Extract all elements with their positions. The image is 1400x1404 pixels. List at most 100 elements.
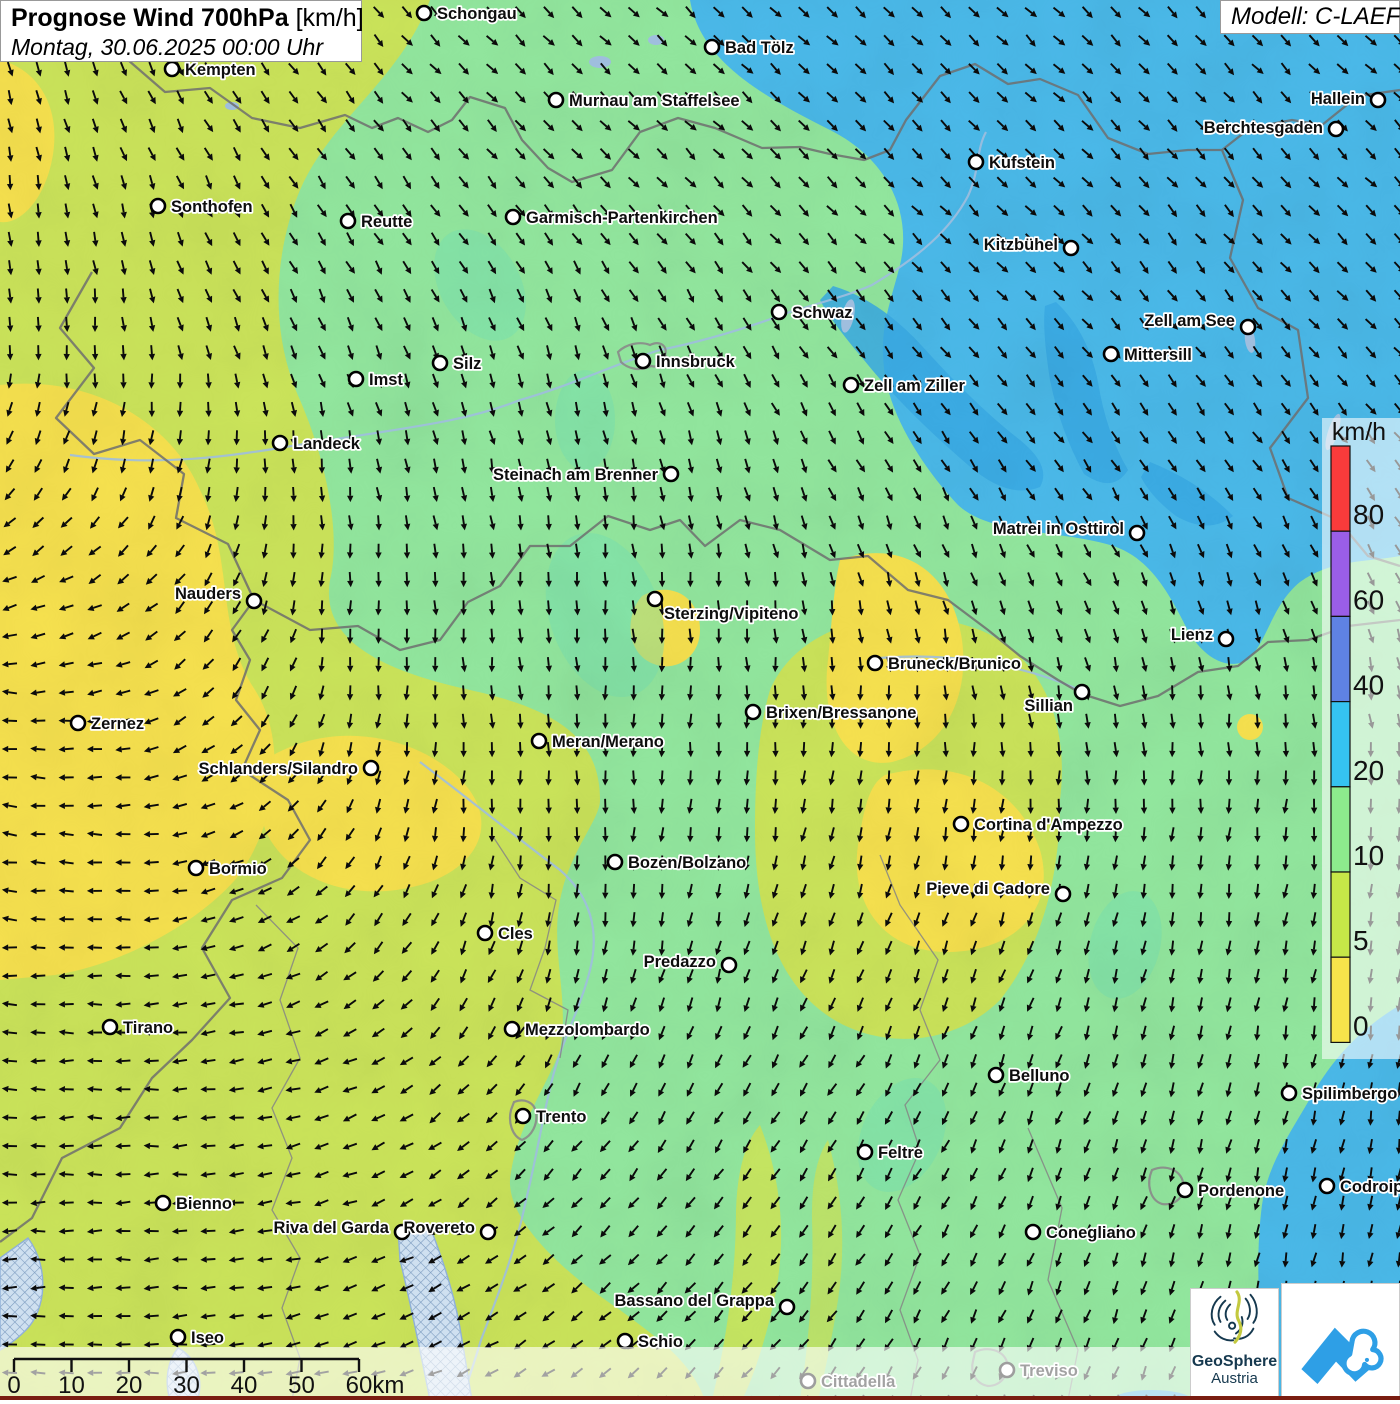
city-label: Matrei in Osttirol — [993, 520, 1124, 538]
city-meran-merano: Meran/Merano — [532, 733, 664, 751]
city-marker — [618, 1334, 632, 1348]
city-marker — [1320, 1179, 1334, 1193]
title-unit: [km/h] — [296, 4, 364, 32]
city-marker — [746, 705, 760, 719]
geosphere-fingerprint-icon — [1205, 1289, 1265, 1347]
city-label: Nauders — [175, 585, 241, 603]
city-label: Mittersill — [1124, 346, 1192, 364]
city-marker — [433, 356, 447, 370]
city-murnau-am-staffelsee: Murnau am Staffelsee — [549, 92, 740, 110]
legend-band — [1331, 616, 1350, 701]
city-label: Sterzing/Vipiteno — [664, 605, 798, 623]
city-marker — [247, 594, 261, 608]
city-label: Silz — [453, 355, 481, 373]
scale-label: 20 — [116, 1372, 143, 1399]
city-label: Belluno — [1009, 1067, 1070, 1085]
city-label: Rovereto — [403, 1219, 475, 1237]
city-berchtesgaden: Berchtesgaden — [1204, 119, 1343, 137]
bottom-border-strip — [0, 1396, 1400, 1400]
legend-band — [1331, 531, 1350, 616]
city-matrei-in-osttirol: Matrei in Osttirol — [993, 520, 1144, 540]
city-marker — [608, 855, 622, 869]
city-marker — [549, 93, 563, 107]
city-marker — [103, 1020, 117, 1034]
city-label: Zernez — [91, 715, 144, 733]
city-label: Mezzolombardo — [525, 1021, 650, 1039]
city-label: Feltre — [878, 1144, 923, 1162]
city-marker — [165, 62, 179, 76]
city-marker — [722, 958, 736, 972]
geosphere-country: Austria — [1191, 1370, 1278, 1387]
city-label: Murnau am Staffelsee — [569, 92, 740, 110]
legend-band — [1331, 702, 1350, 787]
city-cortina-d-ampezzo: Cortina d'Ampezzo — [954, 816, 1123, 834]
city-marker — [1329, 122, 1343, 136]
city-marker — [516, 1109, 530, 1123]
city-marker — [1241, 320, 1255, 334]
city-marker — [349, 372, 363, 386]
city-brixen-bressanone: Brixen/Bressanone — [746, 704, 916, 722]
legend-colorbar: km/h806040201050 — [1322, 418, 1400, 1059]
city-tirano: Tirano — [103, 1019, 173, 1037]
city-label: Landeck — [293, 435, 361, 453]
city-marker — [1056, 887, 1070, 901]
city-label: Riva del Garda — [273, 1219, 389, 1237]
legend-tick-label: 80 — [1353, 499, 1384, 530]
city-marker — [954, 817, 968, 831]
city-marker — [532, 734, 546, 748]
title-text: Prognose Wind 700hPa — [11, 4, 289, 32]
city-marker — [868, 656, 882, 670]
city-label: Conegliano — [1046, 1224, 1136, 1242]
city-marker — [505, 1022, 519, 1036]
model-label: Modell: C-LAEF — [1231, 3, 1400, 30]
city-schlanders-silandro: Schlanders/Silandro — [198, 760, 378, 778]
city-label: Bassano del Grappa — [614, 1292, 774, 1310]
legend-band — [1331, 787, 1350, 872]
city-marker — [151, 199, 165, 213]
city-imst: Imst — [349, 371, 403, 389]
partner-logo — [1281, 1283, 1400, 1400]
city-label: Imst — [369, 371, 403, 389]
city-marker — [481, 1225, 495, 1239]
city-label: Zell am Ziller — [864, 377, 965, 395]
city-iseo: Iseo — [171, 1329, 224, 1347]
city-silz: Silz — [433, 355, 481, 373]
model-label-box: Modell: C-LAEF — [1220, 0, 1400, 34]
city-marker — [648, 592, 662, 606]
title-box: Prognose Wind 700hPa [km/h] Montag, 30.0… — [0, 0, 362, 62]
city-marker — [664, 467, 678, 481]
map-canvas[interactable]: SchongauBad TölzKemptenHalleinMurnau am … — [0, 0, 1400, 1400]
city-label: Berchtesgaden — [1204, 119, 1323, 137]
city-marker — [969, 155, 983, 169]
city-label: Kempten — [185, 61, 256, 79]
city-label: Kufstein — [989, 154, 1055, 172]
city-marker — [273, 436, 287, 450]
city-marker — [1075, 685, 1089, 699]
city-steinach-am-brenner: Steinach am Brenner — [493, 466, 678, 484]
wind-forecast-map-page: { "header": { "title_bold": "Prognose Wi… — [0, 0, 1400, 1400]
city-label: Bozen/Bolzano — [628, 854, 746, 872]
city-label: Steinach am Brenner — [493, 466, 659, 484]
city-marker — [156, 1196, 170, 1210]
city-label: Pordenone — [1198, 1182, 1284, 1200]
legend-tick-label: 60 — [1353, 584, 1384, 615]
city-label: Lienz — [1171, 626, 1213, 644]
geosphere-name: GeoSphere — [1191, 1353, 1278, 1370]
legend-tick-label: 10 — [1353, 840, 1384, 871]
city-riva-del-garda: Riva del Garda — [273, 1219, 409, 1239]
city-marker — [1064, 241, 1078, 255]
scale-bar: 0102030405060km — [0, 1347, 1231, 1400]
legend-band — [1331, 446, 1350, 531]
city-marker — [772, 305, 786, 319]
scale-label: 60km — [346, 1372, 405, 1399]
legend-tick-label: 40 — [1353, 670, 1384, 701]
city-label: Codroipo — [1340, 1178, 1400, 1196]
mountain-cloud-icon — [1282, 1284, 1399, 1399]
city-marker — [189, 861, 203, 875]
legend-band — [1331, 957, 1350, 1042]
city-label: Bad Tölz — [725, 39, 794, 57]
city-label: Spilimbergo — [1302, 1085, 1397, 1103]
legend-band — [1331, 872, 1350, 957]
city-marker — [364, 761, 378, 775]
city-marker — [780, 1300, 794, 1314]
